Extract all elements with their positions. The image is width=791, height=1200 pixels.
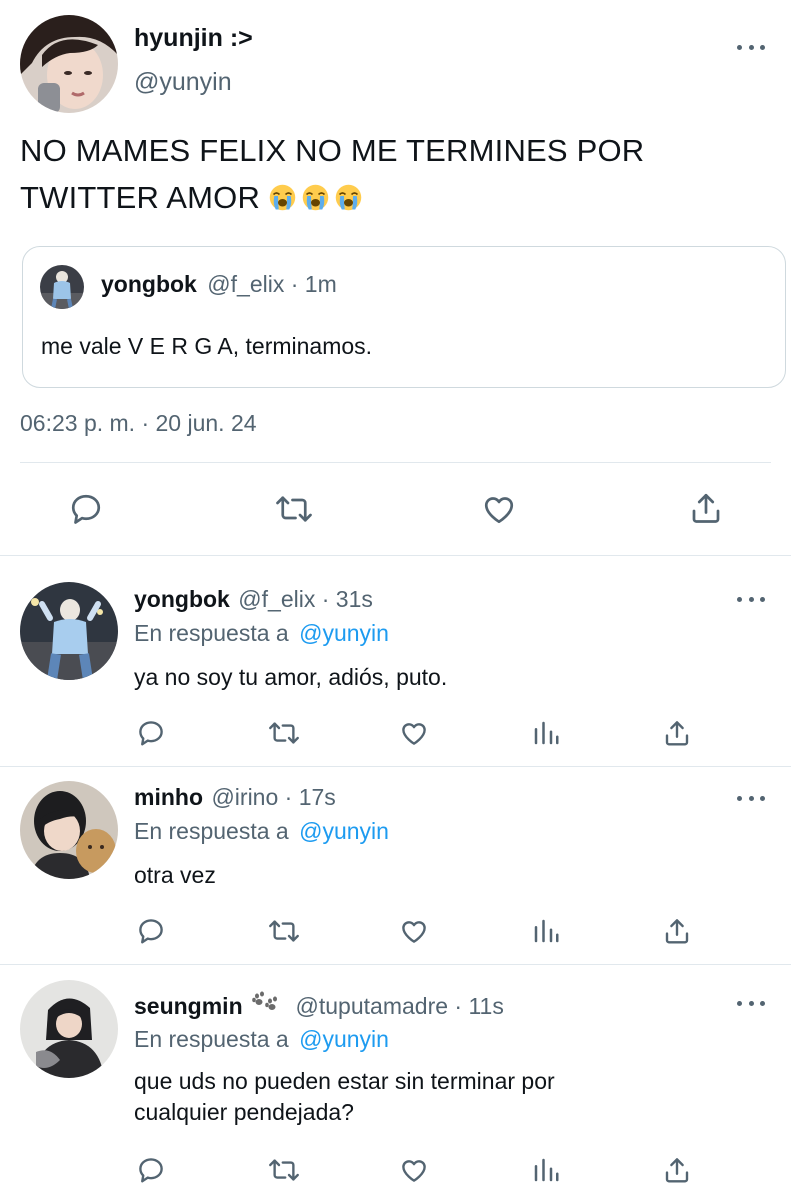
author-name[interactable]: seungmin [134, 993, 243, 1019]
reply-to-label: En respuesta a [134, 1026, 289, 1052]
share-icon[interactable] [688, 489, 724, 527]
author-name[interactable]: minho [134, 784, 203, 810]
analytics-icon[interactable] [531, 1155, 561, 1185]
tweet-text: NO MAMES FELIX NO ME TERMINES POR TWITTE… [20, 127, 720, 221]
share-icon[interactable] [662, 717, 692, 749]
retweet-icon[interactable] [267, 916, 301, 946]
reply-text-line: que uds no pueden estar sin terminar por [134, 1068, 555, 1094]
more-options-icon[interactable] [737, 793, 765, 803]
divider [0, 964, 791, 965]
author-meta: @tuputamadre · 11s [295, 993, 504, 1019]
reply-icon[interactable] [68, 491, 104, 527]
reply-text: otra vez [134, 862, 216, 888]
avatar[interactable] [20, 781, 118, 879]
reply-to-handle[interactable]: @yunyin [299, 1026, 389, 1052]
reply-icon[interactable] [136, 916, 166, 946]
quoted-meta: @f_elix · 1m [207, 271, 337, 297]
reply-to-handle[interactable]: @yunyin [299, 620, 389, 646]
avatar[interactable] [20, 980, 118, 1078]
quoted-text: me vale V E R G A, terminamos. [41, 333, 373, 359]
reply-icon[interactable] [136, 718, 166, 748]
tweet-text-content: NO MAMES FELIX NO ME TERMINES POR TWITTE… [20, 133, 645, 215]
author-meta: @irino · 17s [211, 784, 336, 810]
paw-prints-icon [251, 990, 279, 1017]
retweet-icon[interactable] [267, 1155, 301, 1185]
reply-to-label: En respuesta a [134, 620, 289, 646]
like-icon[interactable] [480, 491, 518, 527]
more-options-icon[interactable] [737, 42, 765, 52]
loudly-crying-face-icon [269, 184, 296, 211]
reply-icon[interactable] [136, 1155, 166, 1185]
divider [0, 555, 791, 556]
author-name[interactable]: yongbok [134, 586, 230, 612]
like-icon[interactable] [398, 718, 430, 748]
avatar[interactable] [40, 265, 84, 309]
avatar[interactable] [20, 15, 118, 113]
more-options-icon[interactable] [737, 594, 765, 604]
retweet-icon[interactable] [274, 491, 314, 527]
author-meta: @f_elix · 31s [238, 586, 373, 612]
like-icon[interactable] [398, 916, 430, 946]
share-icon[interactable] [662, 1154, 692, 1186]
reply-to-handle[interactable]: @yunyin [299, 818, 389, 844]
divider [20, 462, 771, 463]
quoted-tweet[interactable]: yongbok @f_elix · 1m me vale V E R G A, … [22, 246, 786, 388]
divider [0, 766, 791, 767]
author-name[interactable]: hyunjin :> [134, 24, 253, 53]
quoted-author-name[interactable]: yongbok [101, 271, 197, 297]
reply-text: que uds no pueden estar sin terminar por… [134, 1066, 754, 1128]
analytics-icon[interactable] [531, 718, 561, 748]
analytics-icon[interactable] [531, 916, 561, 946]
retweet-icon[interactable] [267, 718, 301, 748]
share-icon[interactable] [662, 915, 692, 947]
reply-text-line: cualquier pendejada? [134, 1099, 354, 1125]
more-options-icon[interactable] [737, 998, 765, 1008]
reply-to-label: En respuesta a [134, 818, 289, 844]
author-handle[interactable]: @yunyin [134, 68, 232, 97]
loudly-crying-face-icon [335, 184, 362, 211]
loudly-crying-face-icon [302, 184, 329, 211]
tweet-timestamp[interactable]: 06:23 p. m. · 20 jun. 24 [20, 410, 257, 437]
avatar[interactable] [20, 582, 118, 680]
reply-text: ya no soy tu amor, adiós, puto. [134, 664, 448, 690]
like-icon[interactable] [398, 1155, 430, 1185]
